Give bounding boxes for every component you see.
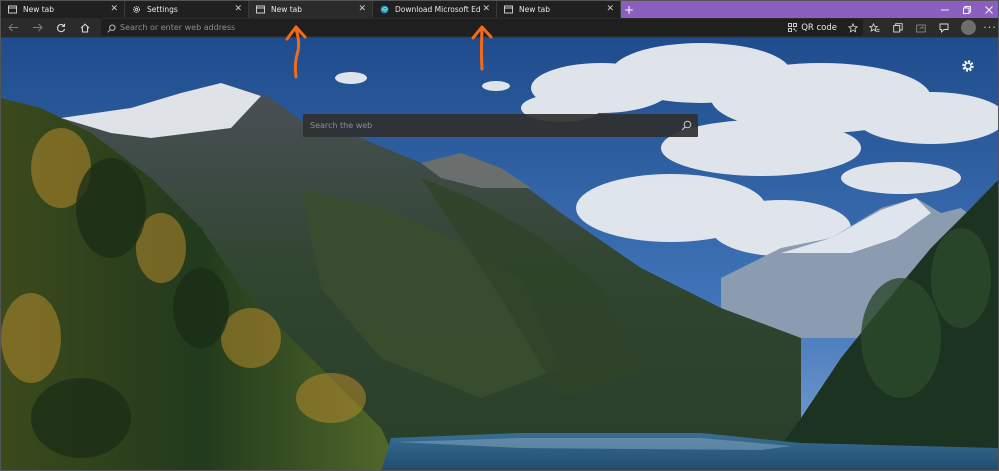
tab-title: Settings (147, 5, 178, 14)
close-icon[interactable]: ✕ (110, 4, 118, 14)
tab-new-tab-3[interactable]: New tab ✕ (497, 1, 621, 18)
search-button[interactable] (674, 120, 698, 131)
close-icon[interactable]: ✕ (358, 4, 366, 14)
minimize-icon (941, 9, 949, 10)
qr-code-label: QR code (801, 22, 837, 33)
favorites-button[interactable] (863, 18, 886, 38)
back-arrow-icon (7, 23, 18, 32)
gear-icon (962, 60, 974, 72)
refresh-icon (56, 23, 66, 32)
edge-logo-icon (380, 5, 389, 14)
new-tab-page-icon (8, 5, 17, 14)
background-landscape-image (1, 38, 998, 470)
annotation-arrow-icon (285, 25, 307, 79)
annotation-arrow-icon (471, 25, 493, 71)
close-window-button[interactable] (978, 1, 998, 18)
new-tab-page-icon (256, 5, 265, 14)
restore-icon (963, 5, 971, 14)
close-icon[interactable]: ✕ (234, 4, 242, 14)
restore-button[interactable] (956, 1, 978, 18)
qr-code-icon (788, 23, 798, 32)
address-input[interactable] (116, 19, 783, 36)
close-icon[interactable]: ✕ (606, 4, 614, 14)
add-favorite-button[interactable] (843, 19, 863, 36)
forward-button[interactable] (25, 18, 49, 38)
new-tab-button[interactable]: + (621, 1, 637, 18)
back-button[interactable] (1, 18, 25, 38)
minimize-button[interactable] (934, 1, 956, 18)
toolbar: QR code ··· (1, 18, 998, 38)
favorites-icon (869, 22, 880, 32)
refresh-button[interactable] (49, 18, 73, 38)
new-tab-page-icon (504, 5, 513, 14)
forward-arrow-icon (32, 23, 43, 32)
window-controls (934, 1, 998, 18)
tab-download-edge-insider[interactable]: Download Microsoft Edge Insider ✕ (373, 1, 497, 18)
browser-window: New tab ✕ Settings ✕ New tab ✕ Download … (0, 0, 999, 471)
share-button[interactable] (909, 18, 932, 38)
home-icon (80, 22, 90, 33)
close-icon[interactable]: ✕ (482, 4, 490, 14)
tab-title: Download Microsoft Edge Insider (395, 5, 481, 14)
new-tab-page (1, 38, 998, 470)
collections-icon (892, 22, 903, 32)
tab-new-tab-2[interactable]: New tab ✕ (249, 1, 373, 18)
share-icon (915, 24, 926, 32)
web-search-box (303, 114, 698, 137)
profile-avatar[interactable] (961, 20, 976, 35)
tab-title: New tab (23, 5, 55, 14)
search-icon (681, 120, 691, 131)
star-icon (848, 22, 858, 33)
collections-button[interactable] (886, 18, 909, 38)
tab-title: New tab (271, 5, 303, 14)
home-button[interactable] (73, 18, 97, 38)
close-icon (985, 5, 993, 14)
page-settings-button[interactable] (961, 58, 975, 72)
web-search-input[interactable] (303, 121, 674, 130)
feedback-button[interactable] (932, 18, 955, 38)
feedback-icon (939, 23, 948, 33)
search-icon (107, 18, 116, 37)
tab-strip: New tab ✕ Settings ✕ New tab ✕ Download … (1, 1, 998, 18)
qr-code-button[interactable]: QR code (782, 19, 843, 36)
gear-icon (132, 5, 141, 14)
tab-settings[interactable]: Settings ✕ (125, 1, 249, 18)
tab-title: New tab (519, 5, 551, 14)
settings-and-more-button[interactable]: ··· (982, 21, 998, 34)
tab-new-tab-1[interactable]: New tab ✕ (1, 1, 125, 18)
